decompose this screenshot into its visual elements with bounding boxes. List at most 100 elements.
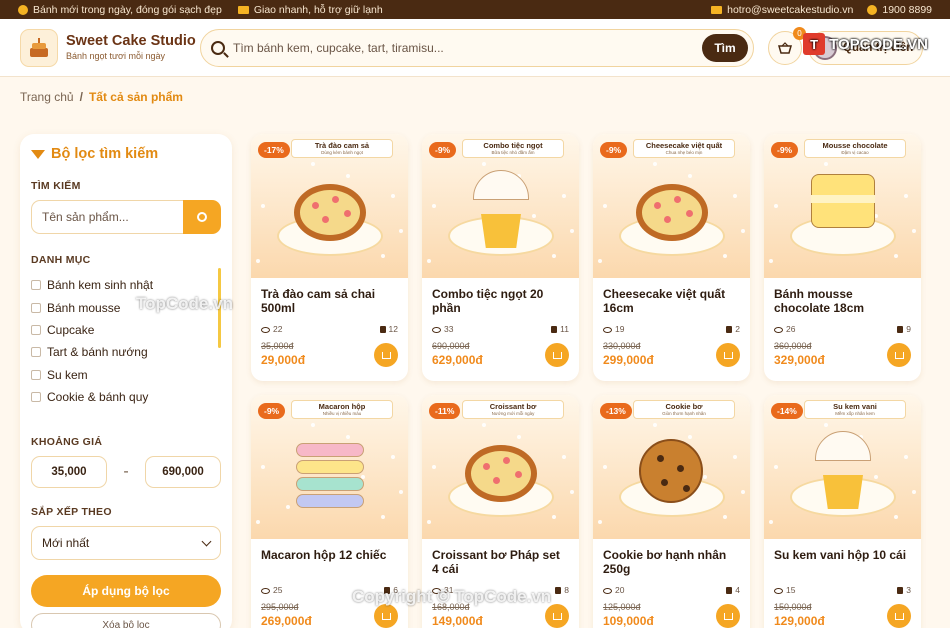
breadcrumb-current: Tất cả sản phẩm xyxy=(88,90,183,104)
product-image[interactable]: -13% Cookie bơ Giòn thơm hạnh nhân xyxy=(593,395,750,539)
add-to-cart-button[interactable] xyxy=(374,343,398,367)
discount-badge: -9% xyxy=(600,142,628,158)
product-name[interactable]: Combo tiệc ngọt 20 phần xyxy=(432,287,569,318)
product-tag-title: Combo tiệc ngọt xyxy=(483,141,543,150)
product-name[interactable]: Trà đào cam sả chai 500ml xyxy=(261,287,398,318)
product-image[interactable]: -9% Combo tiệc ngọt Bữa tiệc nhỏ đầm ấm xyxy=(422,134,579,278)
product-card[interactable]: -14% Su kem vani Mềm xốp nhân kem Su kem va… xyxy=(764,395,921,628)
sort-select[interactable]: Mới nhất xyxy=(31,526,221,560)
phone-text: 1900 8899 xyxy=(882,3,932,16)
bag-icon xyxy=(726,587,733,595)
view-count-value: 20 xyxy=(615,585,625,595)
view-count: 25 xyxy=(261,585,282,595)
eye-icon xyxy=(261,587,270,594)
category-checkbox[interactable] xyxy=(31,280,41,291)
product-card[interactable]: -17% Trà đào cam sả Dùng kèm bánh ngọt Trà … xyxy=(251,134,408,381)
bag-icon xyxy=(726,326,733,334)
product-tag: Cheesecake việt quất Chua nhẹ béo mịn xyxy=(633,139,735,158)
add-to-cart-button[interactable] xyxy=(374,604,398,628)
price-min-input[interactable]: 35,000 xyxy=(31,456,107,488)
product-card[interactable]: -13% Cookie bơ Giòn thơm hạnh nhân Cookie b… xyxy=(593,395,750,628)
product-name[interactable]: Cookie bơ hạnh nhân 250g xyxy=(603,548,740,579)
view-count: 22 xyxy=(261,324,282,334)
product-card[interactable]: -9% Mousse chocolate Đậm vị cacao Bánh mous… xyxy=(764,134,921,381)
sold-count-value: 2 xyxy=(735,324,740,334)
product-name[interactable]: Cheesecake việt quất 16cm xyxy=(603,287,740,318)
category-checkbox[interactable] xyxy=(31,302,41,313)
product-tag-subtitle: Nhiều vị nhiều màu xyxy=(322,411,362,416)
view-count: 15 xyxy=(774,585,795,595)
cart-icon xyxy=(552,351,562,359)
sold-count: 12 xyxy=(379,324,398,334)
discount-badge: -14% xyxy=(771,403,803,419)
sold-count-value: 9 xyxy=(906,324,911,334)
price-label: KHOẢNG GIÁ xyxy=(31,436,103,448)
product-name[interactable]: Macaron hộp 12 chiếc xyxy=(261,548,398,579)
sold-count-value: 3 xyxy=(906,585,911,595)
product-search-input[interactable]: Tên sản phẩm... xyxy=(31,200,183,234)
product-name[interactable]: Croissant bơ Pháp set 4 cái xyxy=(432,548,569,579)
category-checkbox[interactable] xyxy=(31,369,41,380)
product-image[interactable]: -9% Cheesecake việt quất Chua nhẹ béo mịn xyxy=(593,134,750,278)
breadcrumb-home[interactable]: Trang chủ xyxy=(20,90,74,104)
product-search-button[interactable] xyxy=(183,200,221,234)
view-count: 26 xyxy=(774,324,795,334)
product-image[interactable]: -14% Su kem vani Mềm xốp nhân kem xyxy=(764,395,921,539)
cart-button[interactable]: 0 xyxy=(768,26,806,65)
add-to-cart-button[interactable] xyxy=(545,604,569,628)
product-image[interactable]: -9% Mousse chocolate Đậm vị cacao xyxy=(764,134,921,278)
view-count-value: 15 xyxy=(786,585,796,595)
phone-contact[interactable]: 1900 8899 xyxy=(867,4,932,16)
product-image[interactable]: -11% Croissant bơ Nướng mới mỗi ngày xyxy=(422,395,579,539)
product-tag-subtitle: Mềm xốp nhân kem xyxy=(835,411,875,416)
category-item[interactable]: Cupcake xyxy=(31,319,221,341)
category-item[interactable]: Tart & bánh nướng xyxy=(31,341,221,363)
eye-icon xyxy=(432,326,441,333)
product-tag-title: Su kem vani xyxy=(833,402,877,411)
fresh-notice: Bánh mới trong ngày, đóng gói sạch đẹp xyxy=(18,4,222,16)
category-label-text: Cookie & bánh quy xyxy=(47,390,149,405)
category-checkbox[interactable] xyxy=(31,324,41,335)
category-checkbox[interactable] xyxy=(31,392,41,403)
add-to-cart-button[interactable] xyxy=(545,343,569,367)
mail-icon xyxy=(711,5,723,14)
email-contact[interactable]: hotro@sweetcakestudio.vn xyxy=(711,4,853,16)
category-checkbox[interactable] xyxy=(31,347,41,358)
brand-subtitle: Bánh ngọt tươi mỗi ngày xyxy=(66,51,165,62)
category-item[interactable]: Su kem xyxy=(31,364,221,386)
brand-logo[interactable]: Sweet Cake Studio Bánh ngọt tươi mỗi ngà… xyxy=(20,28,198,67)
breadcrumb: Trang chủ / Tất cả sản phẩm xyxy=(0,77,950,117)
product-card[interactable]: -9% Cheesecake việt quất Chua nhẹ béo mịn C… xyxy=(593,134,750,381)
apply-filter-button[interactable]: Áp dụng bộ lọc xyxy=(31,575,221,607)
delivery-text: Giao nhanh, hỗ trợ giữ lạnh xyxy=(253,3,383,16)
product-card[interactable]: -9% Combo tiệc ngọt Bữa tiệc nhỏ đầm ấm Com… xyxy=(422,134,579,381)
product-image[interactable]: -9% Macaron hộp Nhiều vị nhiều màu xyxy=(251,395,408,539)
add-to-cart-button[interactable] xyxy=(887,604,911,628)
price-max-input[interactable]: 690,000 xyxy=(145,456,221,488)
category-label-text: Cupcake xyxy=(47,322,95,337)
cake-art xyxy=(811,174,875,228)
category-item[interactable]: Cookie & bánh quy xyxy=(31,386,221,408)
product-tag-title: Croissant bơ xyxy=(489,402,537,411)
product-tag: Trà đào cam sả Dùng kèm bánh ngọt xyxy=(291,139,393,158)
product-tag-subtitle: Đậm vị cacao xyxy=(841,150,869,155)
pie-art xyxy=(636,184,708,241)
search-input[interactable]: Tìm bánh kem, cupcake, tart, tiramisu... xyxy=(233,41,702,55)
discount-badge: -13% xyxy=(600,403,632,419)
search-button[interactable]: Tìm xyxy=(702,33,748,62)
product-name[interactable]: Su kem vani hộp 10 cái xyxy=(774,548,911,579)
cake-icon xyxy=(20,28,58,67)
macaron-art xyxy=(296,443,364,457)
product-tag-subtitle: Giòn thơm hạnh nhân xyxy=(662,411,706,416)
sold-count-value: 8 xyxy=(564,585,569,595)
add-to-cart-button[interactable] xyxy=(716,604,740,628)
cart-icon xyxy=(381,351,391,359)
product-image[interactable]: -17% Trà đào cam sả Dùng kèm bánh ngọt xyxy=(251,134,408,278)
add-to-cart-button[interactable] xyxy=(887,343,911,367)
product-name[interactable]: Bánh mousse chocolate 18cm xyxy=(774,287,911,318)
eye-icon xyxy=(774,326,783,333)
sold-count: 9 xyxy=(897,324,911,334)
add-to-cart-button[interactable] xyxy=(716,343,740,367)
clear-filter-button[interactable]: Xóa bộ lọc xyxy=(31,613,221,628)
header-search[interactable]: Tìm bánh kem, cupcake, tart, tiramisu...… xyxy=(200,28,754,67)
